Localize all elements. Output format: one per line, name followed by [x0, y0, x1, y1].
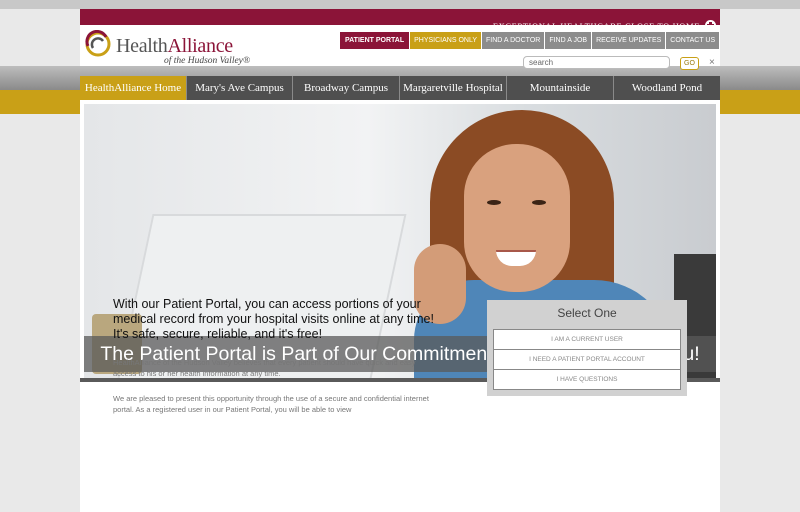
eye-right	[532, 200, 546, 205]
logo-name-part1: Health	[116, 35, 168, 57]
logo-swirl-icon[interactable]	[84, 30, 112, 58]
nav-broadway-campus[interactable]: Broadway Campus	[293, 76, 400, 100]
nav-mountainside[interactable]: Mountainside	[507, 76, 614, 100]
top-links: PATIENT PORTAL PHYSICIANS ONLY FIND A DO…	[339, 32, 720, 49]
physicians-only-link[interactable]: PHYSICIANS ONLY	[410, 32, 481, 49]
intro-text: With our Patient Portal, you can access …	[113, 297, 434, 341]
need-account-button[interactable]: I NEED A PATIENT PORTAL ACCOUNT	[493, 349, 681, 370]
woman-face-illustration	[464, 144, 570, 292]
body-paragraph-1: HealthAlliance of the Hudson Valley beli…	[113, 358, 416, 378]
nav-healthalliance-home[interactable]: HealthAlliance Home	[80, 76, 187, 100]
select-one-panel: Select One I AM A CURRENT USER I NEED A …	[487, 300, 687, 396]
nav-marys-ave-campus[interactable]: Mary's Ave Campus	[187, 76, 293, 100]
tagline-bar: EXCEPTIONAL HEALTHCARE CLOSE TO HOME	[80, 9, 720, 31]
search-input[interactable]: search	[523, 56, 670, 69]
receive-updates-link[interactable]: RECEIVE UPDATES	[592, 32, 666, 49]
patient-portal-link[interactable]: PATIENT PORTAL	[340, 32, 410, 49]
body-paragraph-2: We are pleased to present this opportuni…	[113, 394, 429, 414]
have-questions-button[interactable]: I HAVE QUESTIONS	[493, 369, 681, 390]
find-a-job-link[interactable]: FIND A JOB	[545, 32, 592, 49]
logo-subtitle: of the Hudson Valley®	[164, 56, 251, 66]
current-user-button[interactable]: I AM A CURRENT USER	[493, 329, 681, 350]
logo-name-part2: Alliance	[167, 35, 234, 57]
select-one-title: Select One	[557, 306, 617, 320]
main-nav: HealthAlliance Home Mary's Ave Campus Br…	[80, 76, 720, 100]
logo-text[interactable]: HealthAlliance	[116, 35, 233, 58]
site-container: EXCEPTIONAL HEALTHCARE CLOSE TO HOME Hea…	[80, 0, 720, 512]
close-icon[interactable]: ×	[709, 57, 715, 68]
nav-woodland-pond[interactable]: Woodland Pond	[614, 76, 720, 100]
contact-us-link[interactable]: CONTACT US	[666, 32, 720, 49]
find-a-doctor-link[interactable]: FIND A DOCTOR	[482, 32, 545, 49]
nav-margaretville-hospital[interactable]: Margaretville Hospital	[400, 76, 507, 100]
eye-left	[487, 200, 501, 205]
search-go-button[interactable]: GO	[680, 57, 699, 70]
